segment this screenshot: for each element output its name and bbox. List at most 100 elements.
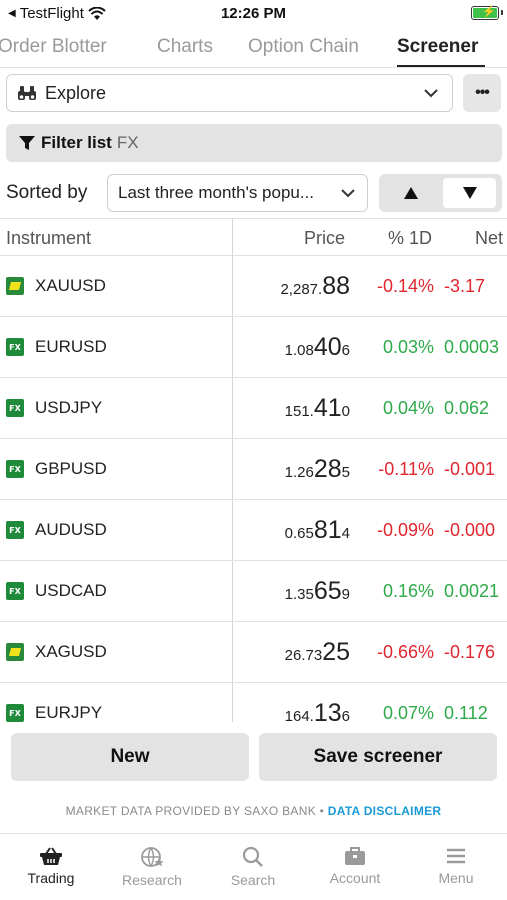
- column-header-change-1d[interactable]: % 1D: [388, 228, 432, 249]
- instrument-name: EURUSD: [35, 337, 107, 356]
- net-change: -3.17: [444, 276, 486, 296]
- hamburger-icon: [447, 848, 465, 864]
- sorted-by-label: Sorted by: [6, 182, 88, 203]
- change-percent: 0.03%: [382, 337, 434, 357]
- change-percent: -0.09%: [376, 520, 434, 540]
- chevron-down-icon: [424, 89, 438, 98]
- bottom-navigation: Trading Research Search Account Menu: [0, 833, 507, 900]
- net-change: 0.0021: [444, 581, 500, 601]
- instrument-name: XAGUSD: [35, 642, 107, 661]
- change-percent: 0.16%: [382, 581, 434, 601]
- net-change: -0.176: [444, 642, 496, 662]
- column-header-net[interactable]: Net: [475, 228, 503, 249]
- instrument-name: XAUUSD: [35, 276, 106, 295]
- table-row[interactable]: FX EURUSD 1.08406 0.03% 0.0003: [0, 317, 507, 378]
- instrument-name: AUDUSD: [35, 520, 107, 539]
- table-row[interactable]: XAGUSD 26.7325 -0.66% -0.176: [0, 622, 507, 683]
- clock: 12:26 PM: [220, 5, 287, 22]
- table-row[interactable]: FX USDJPY 151.410 0.04% 0.062: [0, 378, 507, 439]
- explore-dropdown[interactable]: Explore: [6, 74, 453, 112]
- instrument-price: 151.410: [284, 394, 350, 422]
- more-options-button[interactable]: •••: [463, 74, 501, 112]
- nav-account-label: Account: [329, 870, 381, 886]
- change-percent: -0.11%: [378, 459, 434, 479]
- explore-label: Explore: [45, 82, 107, 103]
- status-bar: ◀ TestFlight 12:26 PM ⚡: [0, 0, 507, 28]
- nav-research[interactable]: Research: [112, 846, 192, 888]
- instrument-price: 1.26285: [284, 455, 350, 483]
- nav-menu[interactable]: Menu: [416, 846, 496, 886]
- table-header: Instrument Price % 1D Net: [0, 218, 507, 256]
- sort-order-toggle: [379, 174, 502, 212]
- fx-badge-icon: FX: [6, 338, 24, 356]
- change-percent: 0.07%: [382, 703, 434, 722]
- fx-badge-icon: FX: [6, 582, 24, 600]
- sort-ascending-button[interactable]: [385, 178, 437, 208]
- net-change: -0.000: [444, 520, 496, 540]
- basket-icon: [40, 847, 62, 865]
- nav-trading-label: Trading: [27, 870, 75, 886]
- search-icon: [242, 846, 263, 867]
- market-data-provider-note: MARKET DATA PROVIDED BY SAXO BANK • DATA…: [0, 804, 507, 818]
- active-tab-indicator: [397, 65, 485, 67]
- instrument-name: EURJPY: [35, 703, 103, 722]
- fx-badge-icon: FX: [6, 460, 24, 478]
- table-row[interactable]: FX GBPUSD 1.26285 -0.11% -0.001: [0, 439, 507, 500]
- net-change: 0.0003: [444, 337, 500, 357]
- fx-badge-icon: FX: [6, 399, 24, 417]
- battery-icon: ⚡: [471, 6, 503, 20]
- metal-bar-icon: [6, 277, 24, 295]
- globe-star-icon: [141, 847, 164, 867]
- save-screener-button[interactable]: Save screener: [259, 733, 497, 781]
- chevron-down-icon: [341, 189, 355, 198]
- fx-badge-icon: FX: [6, 704, 24, 722]
- nav-search[interactable]: Search: [213, 846, 293, 888]
- tab-order-blotter[interactable]: Order Blotter: [0, 36, 107, 58]
- instrument-list: XAUUSD 2,287.88 -0.14% -3.17 FX EURUSD 1…: [0, 256, 507, 722]
- nav-research-label: Research: [122, 872, 182, 888]
- nav-search-label: Search: [230, 872, 276, 888]
- tab-option-chain[interactable]: Option Chain: [248, 36, 359, 58]
- funnel-icon: [19, 136, 35, 150]
- briefcase-icon: [345, 847, 365, 865]
- tab-charts[interactable]: Charts: [157, 36, 213, 58]
- instrument-price: 0.65814: [284, 516, 350, 544]
- column-header-instrument[interactable]: Instrument: [6, 228, 91, 249]
- nav-trading[interactable]: Trading: [11, 846, 91, 886]
- data-disclaimer-link[interactable]: DATA DISCLAIMER: [328, 804, 442, 818]
- tab-screener[interactable]: Screener: [397, 36, 478, 58]
- nav-menu-label: Menu: [438, 870, 474, 886]
- provider-text: MARKET DATA PROVIDED BY SAXO BANK •: [65, 804, 325, 818]
- triangle-down-icon: [462, 187, 477, 199]
- nav-account[interactable]: Account: [315, 846, 395, 886]
- net-change: 0.062: [444, 398, 490, 418]
- change-percent: -0.66%: [376, 642, 434, 662]
- net-change: -0.001: [444, 459, 496, 479]
- triangle-up-icon: [404, 187, 418, 199]
- binoculars-icon: [18, 86, 36, 100]
- instrument-price: 164.136: [284, 699, 350, 722]
- sort-selected-value: Last three month's popu...: [118, 183, 315, 202]
- net-change: 0.112: [444, 703, 488, 722]
- instrument-name: USDCAD: [35, 581, 107, 600]
- instrument-name: USDJPY: [35, 398, 103, 417]
- tab-bar: Order Blotter Charts Option Chain Screen…: [0, 28, 507, 68]
- table-row[interactable]: XAUUSD 2,287.88 -0.14% -3.17: [0, 256, 507, 317]
- instrument-name: GBPUSD: [35, 459, 107, 478]
- column-header-price[interactable]: Price: [304, 228, 345, 249]
- instrument-price: 1.08406: [284, 333, 350, 361]
- table-row[interactable]: FX EURJPY 164.136 0.07% 0.112: [0, 683, 507, 722]
- sort-descending-button[interactable]: [443, 178, 496, 208]
- filter-label: Filter list: [41, 133, 112, 152]
- table-row[interactable]: FX AUDUSD 0.65814 -0.09% -0.000: [0, 500, 507, 561]
- instrument-price: 26.7325: [284, 638, 350, 666]
- metal-bar-icon: [6, 643, 24, 661]
- filter-list-button[interactable]: Filter list FX: [6, 124, 502, 162]
- sort-select[interactable]: Last three month's popu...: [107, 174, 368, 212]
- change-percent: 0.04%: [382, 398, 434, 418]
- instrument-price: 1.35659: [284, 577, 350, 605]
- new-screener-button[interactable]: New: [11, 733, 249, 781]
- ellipsis-icon: •••: [475, 84, 490, 101]
- table-row[interactable]: FX USDCAD 1.35659 0.16% 0.0021: [0, 561, 507, 622]
- instrument-price: 2,287.88: [280, 272, 350, 300]
